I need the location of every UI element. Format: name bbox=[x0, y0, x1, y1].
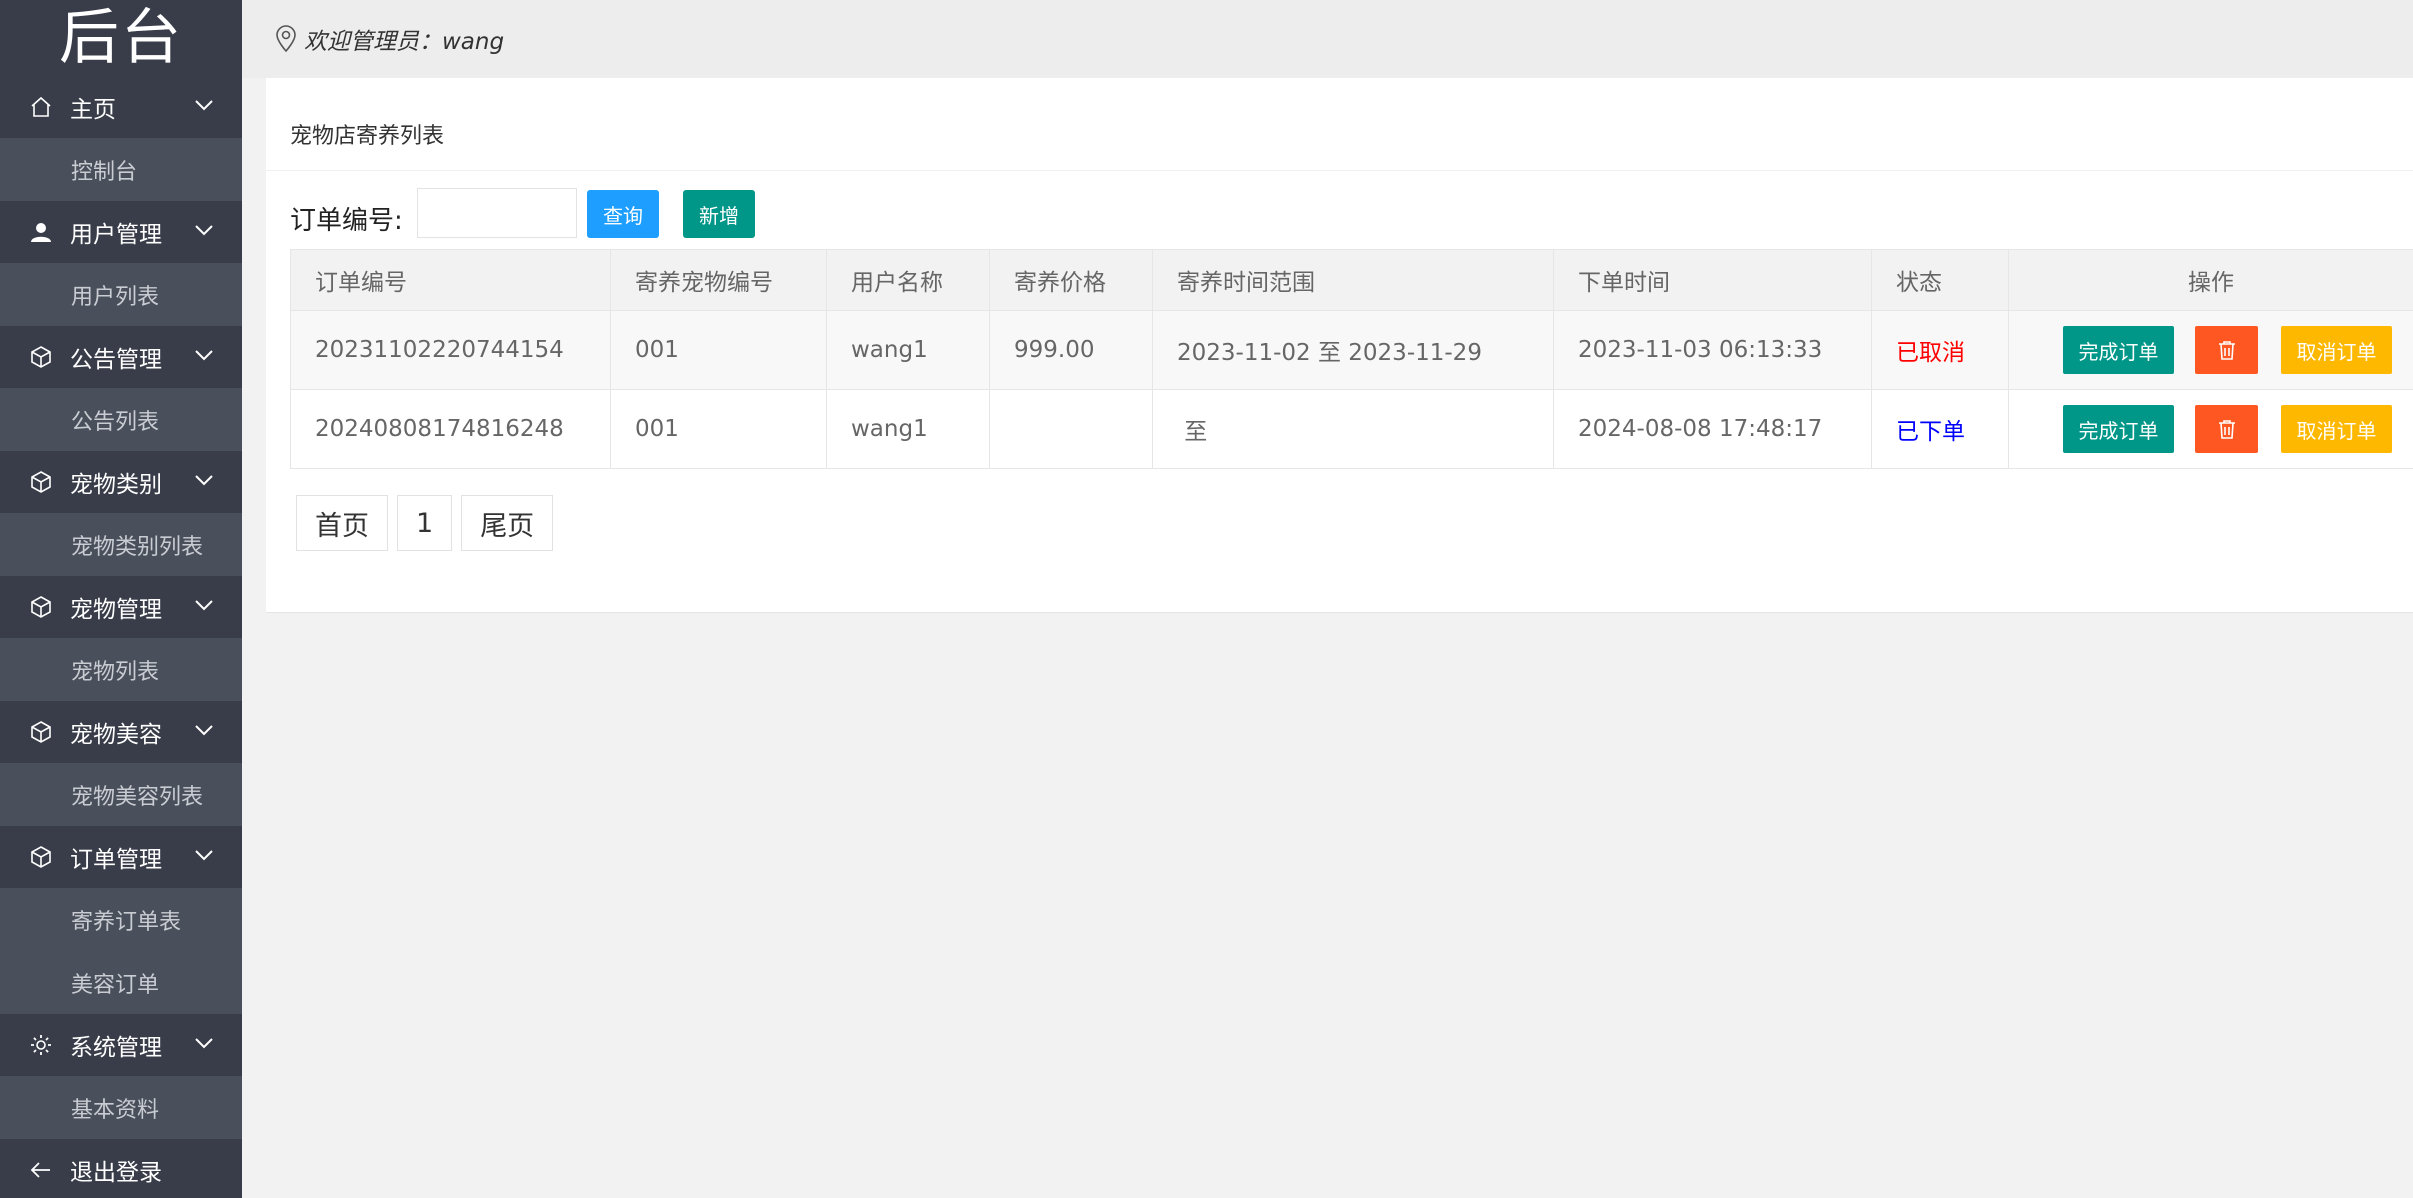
table-row: 20240808174816248 001 wang1 至 2024-08-08… bbox=[290, 389, 2413, 469]
column-header: 操作 bbox=[2008, 249, 2413, 311]
logout-button[interactable]: 退出登录 bbox=[0, 1139, 242, 1198]
chevron-down-icon bbox=[195, 350, 213, 361]
gear-icon bbox=[28, 1032, 54, 1058]
welcome-text: 欢迎管理员：wang bbox=[304, 29, 505, 55]
delete-button[interactable] bbox=[2195, 405, 2258, 453]
cancel-order-button[interactable]: 取消订单 bbox=[2281, 326, 2392, 374]
trash-icon bbox=[2218, 341, 2235, 360]
sidebar-item-pet-list[interactable]: 宠物列表 bbox=[0, 638, 242, 701]
cube-icon bbox=[28, 844, 54, 870]
column-header: 下单时间 bbox=[1553, 249, 1872, 311]
query-button[interactable]: 查询 bbox=[587, 190, 659, 238]
cancel-order-button[interactable]: 取消订单 bbox=[2281, 405, 2392, 453]
order-no-input[interactable] bbox=[417, 188, 577, 238]
sidebar-group-notices[interactable]: 公告管理 bbox=[0, 326, 242, 388]
chevron-down-icon bbox=[195, 600, 213, 611]
cell-actions: 完成订单 取消订单 bbox=[2008, 389, 2413, 469]
status-badge: 已下单 bbox=[1871, 389, 2009, 469]
sidebar-group-label: 宠物类别 bbox=[70, 472, 162, 498]
column-header: 寄养宠物编号 bbox=[610, 249, 827, 311]
sidebar-group-grooming[interactable]: 宠物美容 bbox=[0, 701, 242, 763]
table-row: 20231102220744154 001 wang1 999.00 2023-… bbox=[290, 310, 2413, 390]
table-header-row: 订单编号 寄养宠物编号 用户名称 寄养价格 寄养时间范围 下单时间 状态 操作 bbox=[290, 249, 2413, 311]
chevron-down-icon bbox=[195, 100, 213, 111]
chevron-down-icon bbox=[195, 850, 213, 861]
cube-icon bbox=[28, 344, 54, 370]
title-divider bbox=[266, 170, 2413, 171]
logout-label: 退出登录 bbox=[70, 1160, 162, 1186]
logo: 后台 bbox=[59, 3, 183, 73]
chevron-down-icon bbox=[195, 725, 213, 736]
status-badge: 已取消 bbox=[1871, 310, 2009, 390]
first-page-button[interactable]: 首页 bbox=[296, 495, 388, 551]
sidebar-group-label: 宠物管理 bbox=[70, 597, 162, 623]
cell-pet-no: 001 bbox=[610, 310, 827, 390]
page-number-button[interactable]: 1 bbox=[397, 495, 453, 551]
cell-range: 至 bbox=[1152, 389, 1554, 469]
sidebar-group-pet-categories[interactable]: 宠物类别 bbox=[0, 451, 242, 513]
sidebar-item-grooming-orders[interactable]: 美容订单 bbox=[0, 951, 242, 1014]
sidebar-item-notice-list[interactable]: 公告列表 bbox=[0, 388, 242, 451]
sidebar-group-system[interactable]: 系统管理 bbox=[0, 1014, 242, 1076]
complete-order-button[interactable]: 完成订单 bbox=[2063, 326, 2174, 374]
chevron-down-icon bbox=[195, 1038, 213, 1049]
sidebar: 后台 主页 控制台 用户管理 用户列表 公告管理 公告列表 宠物类别 宠物类别列… bbox=[0, 0, 242, 1198]
delete-button[interactable] bbox=[2195, 326, 2258, 374]
cell-order-no: 20240808174816248 bbox=[290, 389, 611, 469]
sidebar-group-orders[interactable]: 订单管理 bbox=[0, 826, 242, 888]
page-title: 宠物店寄养列表 bbox=[290, 124, 445, 149]
sidebar-group-label: 订单管理 bbox=[70, 847, 162, 873]
column-header: 寄养时间范围 bbox=[1152, 249, 1554, 311]
main-card: 宠物店寄养列表 订单编号: 查询 新增 订单编号 寄养宠物编号 用户名称 寄养价… bbox=[266, 78, 2413, 613]
top-bar: 欢迎管理员：wang bbox=[242, 0, 2413, 78]
sidebar-group-label: 公告管理 bbox=[70, 347, 162, 373]
order-no-label: 订单编号: bbox=[290, 206, 403, 236]
column-header: 用户名称 bbox=[826, 249, 990, 311]
chevron-down-icon bbox=[195, 475, 213, 486]
cell-user: wang1 bbox=[826, 389, 990, 469]
home-icon bbox=[28, 94, 54, 120]
complete-order-button[interactable]: 完成订单 bbox=[2063, 405, 2174, 453]
boarding-order-table: 订单编号 寄养宠物编号 用户名称 寄养价格 寄养时间范围 下单时间 状态 操作 … bbox=[290, 249, 2413, 469]
cube-icon bbox=[28, 594, 54, 620]
cell-order-no: 20231102220744154 bbox=[290, 310, 611, 390]
cell-pet-no: 001 bbox=[610, 389, 827, 469]
pagination: 首页 1 尾页 bbox=[296, 495, 554, 551]
last-page-button[interactable]: 尾页 bbox=[461, 495, 554, 551]
location-pin-icon bbox=[276, 25, 296, 53]
arrow-left-icon bbox=[28, 1157, 54, 1183]
sidebar-item-grooming-list[interactable]: 宠物美容列表 bbox=[0, 763, 242, 826]
user-icon bbox=[28, 219, 54, 245]
cube-icon bbox=[28, 719, 54, 745]
cell-created: 2024-08-08 17:48:17 bbox=[1553, 389, 1872, 469]
sidebar-group-users[interactable]: 用户管理 bbox=[0, 201, 242, 263]
chevron-down-icon bbox=[195, 225, 213, 236]
sidebar-group-label: 宠物美容 bbox=[70, 722, 162, 748]
sidebar-group-label: 主页 bbox=[70, 97, 116, 123]
cell-price: 999.00 bbox=[989, 310, 1153, 390]
cell-range: 2023-11-02 至 2023-11-29 bbox=[1152, 310, 1554, 390]
column-header: 状态 bbox=[1871, 249, 2009, 311]
cell-user: wang1 bbox=[826, 310, 990, 390]
cell-created: 2023-11-03 06:13:33 bbox=[1553, 310, 1872, 390]
sidebar-group-pets[interactable]: 宠物管理 bbox=[0, 576, 242, 638]
cube-icon bbox=[28, 469, 54, 495]
cell-price bbox=[989, 389, 1153, 469]
sidebar-item-dashboard[interactable]: 控制台 bbox=[0, 138, 242, 201]
sidebar-group-home[interactable]: 主页 bbox=[0, 76, 242, 138]
sidebar-item-boarding-orders[interactable]: 寄养订单表 bbox=[0, 888, 242, 951]
column-header: 寄养价格 bbox=[989, 249, 1153, 311]
trash-icon bbox=[2218, 420, 2235, 439]
cell-actions: 完成订单 取消订单 bbox=[2008, 310, 2413, 390]
sidebar-group-label: 系统管理 bbox=[70, 1035, 162, 1061]
sidebar-item-profile[interactable]: 基本资料 bbox=[0, 1076, 242, 1139]
sidebar-item-user-list[interactable]: 用户列表 bbox=[0, 263, 242, 326]
column-header: 订单编号 bbox=[290, 249, 611, 311]
sidebar-item-pet-category-list[interactable]: 宠物类别列表 bbox=[0, 513, 242, 576]
add-button[interactable]: 新增 bbox=[683, 190, 755, 238]
sidebar-group-label: 用户管理 bbox=[70, 222, 162, 248]
